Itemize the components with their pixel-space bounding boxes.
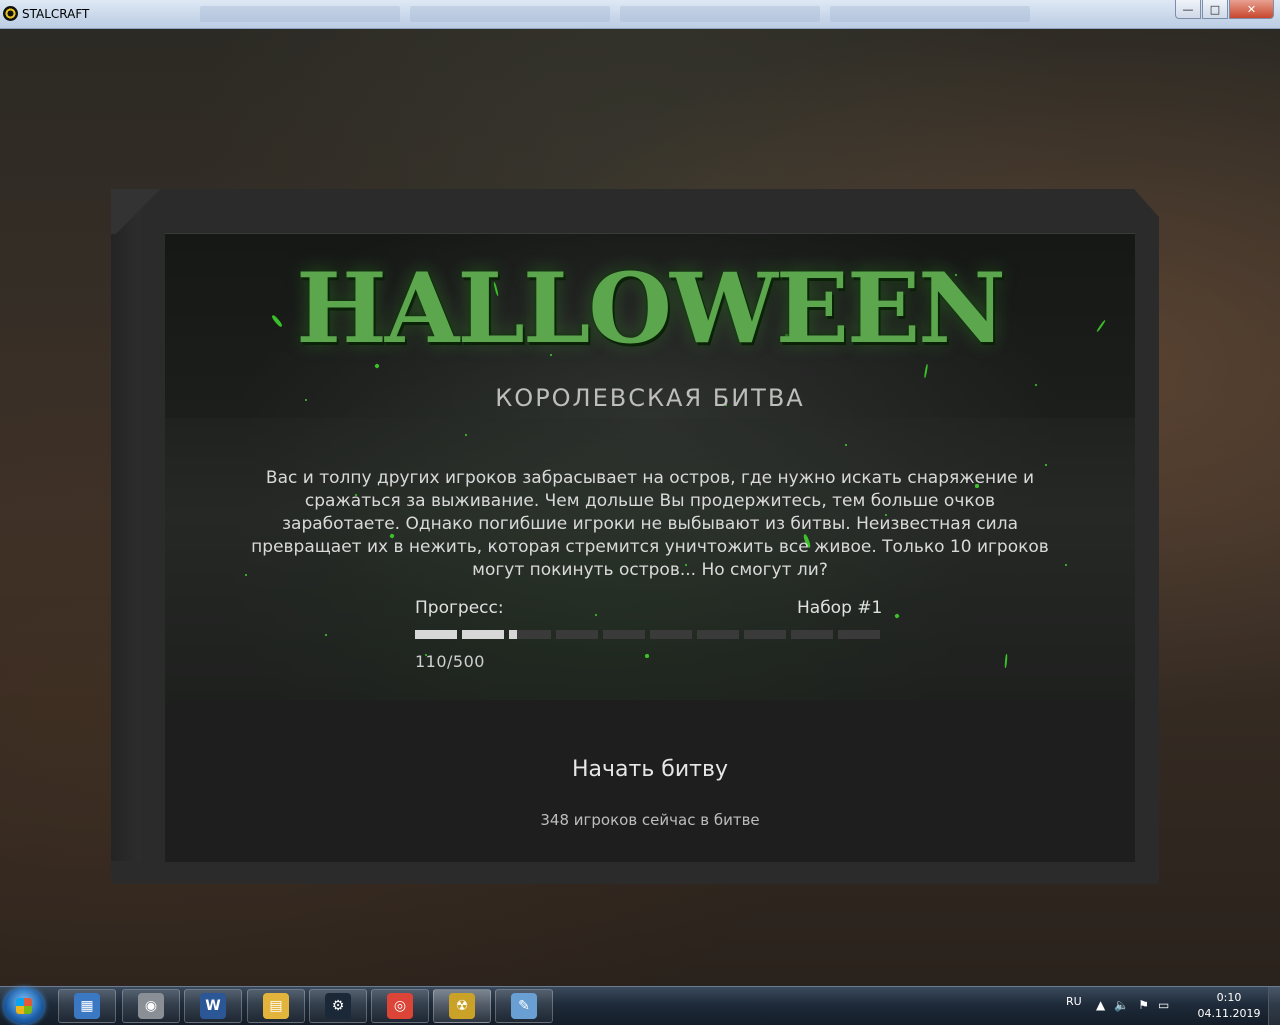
steam-icon: ⚙ <box>325 993 351 1019</box>
background-browser-tabs <box>200 6 1100 24</box>
event-description: Вас и толпу других игроков забрасывает н… <box>251 468 1049 580</box>
taskbar-explorer-folder-button[interactable]: ▤ <box>247 989 305 1023</box>
event-panel: HALLOWEEN КОРОЛЕВСКАЯ БИТВА Вас и толпу … <box>165 233 1135 862</box>
ghost-tab <box>830 6 1030 22</box>
taskbar-speaker-button[interactable]: ◉ <box>122 989 180 1023</box>
taskbar-calculator-button[interactable]: ▦ <box>58 989 116 1023</box>
progress-segment <box>603 630 645 639</box>
calculator-icon: ▦ <box>74 993 100 1019</box>
start-battle-button[interactable]: Начать битву <box>500 744 800 794</box>
progress-segment <box>744 630 786 639</box>
progress-segment-fill <box>462 630 504 639</box>
language-indicator[interactable]: RU <box>1066 995 1082 1008</box>
progress-segment <box>791 630 833 639</box>
green-particle <box>1044 463 1048 467</box>
green-particle <box>923 363 929 379</box>
flag-icon[interactable]: ⚑ <box>1138 998 1149 1012</box>
green-particle <box>644 653 650 659</box>
progress-segment <box>697 630 739 639</box>
progress-segment <box>509 630 551 639</box>
progress-label: Прогресс: <box>415 598 504 618</box>
event-dialog-frame: HALLOWEEN КОРОЛЕВСКАЯ БИТВА Вас и толпу … <box>111 189 1159 884</box>
network-icon[interactable]: ▭ <box>1158 998 1169 1012</box>
event-subtitle: КОРОЛЕВСКАЯ БИТВА <box>495 384 805 412</box>
chrome-icon: ◎ <box>387 993 413 1019</box>
ghost-tab <box>620 6 820 22</box>
word-icon: W <box>200 993 226 1019</box>
taskbar-stalcraft-button[interactable]: ☢ <box>433 989 491 1023</box>
window-controls: — □ ✕ <box>1174 0 1274 19</box>
game-background: HALLOWEEN КОРОЛЕВСКАЯ БИТВА Вас и толпу … <box>0 29 1280 986</box>
taskbar-paint-button[interactable]: ✎ <box>495 989 553 1023</box>
ghost-tab <box>200 6 400 22</box>
speaker-icon: ◉ <box>138 993 164 1019</box>
frame-bevel <box>111 189 166 234</box>
taskbar-word-button[interactable]: W <box>184 989 242 1023</box>
clock-time: 0:10 <box>1216 991 1242 1004</box>
close-button[interactable]: ✕ <box>1229 0 1274 19</box>
window-titlebar: STALCRAFT — □ ✕ <box>0 0 1280 29</box>
progress-segment <box>838 630 880 639</box>
tray-expand-icon[interactable]: ▲ <box>1096 998 1105 1012</box>
windows-taskbar: ▦ ◉ W ▤ ⚙ ◎ ☢ ✎ RU ▲ 🔈 ⚑ ▭ 0:10 04.11.2019 <box>0 986 1280 1025</box>
set-label: Набор #1 <box>797 598 883 618</box>
progress-count: 110/500 <box>415 652 485 671</box>
halloween-logo: HALLOWEEN <box>296 252 1006 365</box>
show-desktop-button[interactable] <box>1268 987 1280 1025</box>
ghost-tab <box>410 6 610 22</box>
window-title: STALCRAFT <box>22 7 90 21</box>
stalcraft-icon: ☢ <box>449 993 475 1019</box>
system-tray: ▲ 🔈 ⚑ ▭ <box>1096 998 1169 1012</box>
event-banner: HALLOWEEN КОРОЛЕВСКАЯ БИТВА Вас и толпу … <box>165 234 1135 700</box>
explorer-folder-icon: ▤ <box>263 993 289 1019</box>
frame-left-edge <box>111 189 141 861</box>
progress-segment <box>556 630 598 639</box>
progress-segment-fill <box>415 630 457 639</box>
progress-segment-fill <box>509 630 518 639</box>
progress-segment <box>650 630 692 639</box>
volume-icon[interactable]: 🔈 <box>1114 998 1129 1012</box>
taskbar-steam-button[interactable]: ⚙ <box>309 989 367 1023</box>
green-particle <box>1064 563 1068 567</box>
progress-segment <box>462 630 504 639</box>
taskbar-clock[interactable]: 0:10 04.11.2019 <box>1196 990 1262 1022</box>
clock-date: 04.11.2019 <box>1197 1007 1261 1020</box>
paint-icon: ✎ <box>511 993 537 1019</box>
start-button[interactable] <box>4 988 44 1024</box>
taskbar-chrome-button[interactable]: ◎ <box>371 989 429 1023</box>
progress-segment <box>415 630 457 639</box>
players-online-count: 348 игроков сейчас в битве <box>540 811 760 829</box>
stalcraft-radiation-icon <box>3 6 18 21</box>
progress-bar <box>415 630 880 639</box>
minimize-button[interactable]: — <box>1175 0 1201 19</box>
maximize-button[interactable]: □ <box>1202 0 1228 19</box>
